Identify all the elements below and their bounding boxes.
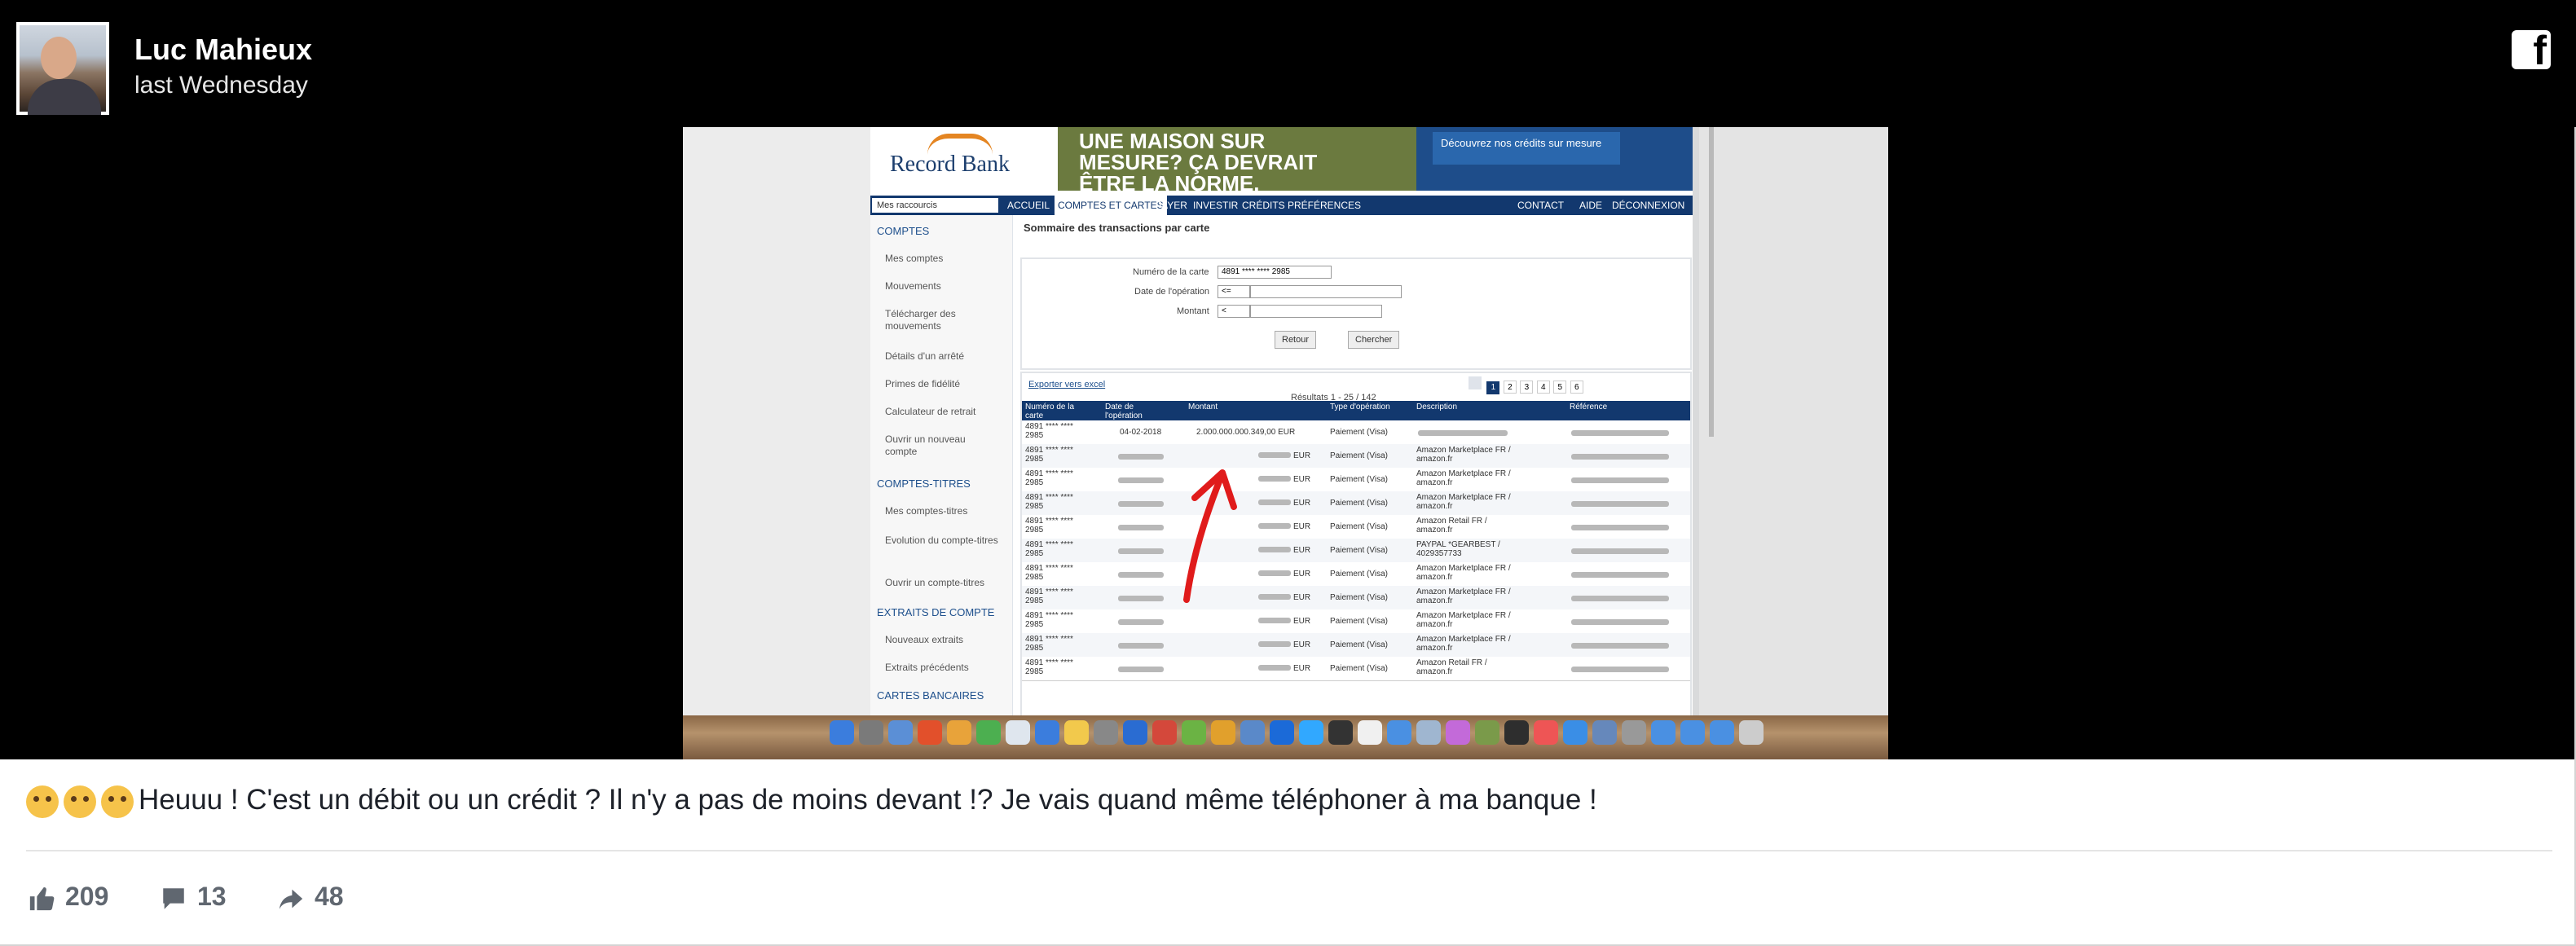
dock-app-icon (1739, 720, 1764, 745)
dock-app-icon (888, 720, 913, 745)
dock-app-icon (1710, 720, 1734, 745)
dock-app-icon (1328, 720, 1353, 745)
dock-app-icon (976, 720, 1001, 745)
comment-button[interactable]: 13 (160, 880, 227, 913)
dock-app-icon (1680, 720, 1705, 745)
post-time[interactable]: last Wednesday (134, 72, 308, 99)
dock-app-icon (1035, 720, 1059, 745)
dock-app-icon (918, 720, 942, 745)
flushed-face-icon (101, 785, 134, 818)
dock-app-icon (859, 720, 883, 745)
post-header: Luc Mahieux last Wednesday f (0, 0, 2576, 127)
dock-app-icon (1299, 720, 1323, 745)
dock-app-icon (1622, 720, 1646, 745)
scrollbar (1709, 127, 1714, 437)
dock-app-icon (1475, 720, 1499, 745)
share-button[interactable]: 48 (277, 880, 344, 913)
bank-screenshot: Record Bank UNE MAISON SUR MESURE? ÇA DE… (683, 127, 1888, 759)
share-icon (279, 889, 303, 909)
dock-app-icon (1534, 720, 1558, 745)
share-count: 48 (315, 882, 344, 911)
comment-icon (163, 887, 184, 909)
dock-app-icon (1416, 720, 1441, 745)
dock-app-icon (1504, 720, 1529, 745)
message-text: Heuuu ! C'est un débit ou un crédit ? Il… (139, 784, 1597, 816)
comment-count: 13 (197, 882, 227, 911)
dock-app-icon (1064, 720, 1089, 745)
dock-app-icon (1387, 720, 1411, 745)
thinking-face-icon (26, 785, 59, 818)
post-media[interactable]: Record Bank UNE MAISON SUR MESURE? ÇA DE… (0, 127, 2576, 759)
facebook-icon[interactable]: f (2512, 30, 2551, 71)
thumbs-up-icon (29, 887, 55, 910)
dock-app-icon (830, 720, 854, 745)
screen-left-margin (683, 127, 872, 759)
post-card: Luc Mahieux last Wednesday f Record Bank… (0, 0, 2576, 946)
post-message: Heuuu ! C'est un débit ou un crédit ? Il… (26, 782, 1597, 818)
dock-app-icon (1123, 720, 1147, 745)
dock-app-icon (1240, 720, 1265, 745)
dock-app-icon (1182, 720, 1206, 745)
dock-app-icon (1563, 720, 1587, 745)
dock-app-icon (1152, 720, 1177, 745)
mac-dock (683, 715, 1888, 759)
dock-app-icon (1446, 720, 1470, 745)
red-arrow-annotation (1183, 469, 1237, 603)
like-button[interactable]: 209 (28, 880, 108, 913)
divider (26, 850, 2552, 851)
dock-app-icon (1006, 720, 1030, 745)
dock-app-icon (1094, 720, 1118, 745)
dock-app-icon (1211, 720, 1235, 745)
dock-app-icon (1270, 720, 1294, 745)
dock-app-icon (1651, 720, 1676, 745)
dock-app-icon (1358, 720, 1382, 745)
dock-app-icon (1592, 720, 1617, 745)
screen-right-margin (1699, 127, 1888, 759)
author-name[interactable]: Luc Mahieux (134, 33, 312, 67)
avatar[interactable] (16, 22, 109, 115)
worried-face-icon (64, 785, 96, 818)
dock-app-icon (947, 720, 971, 745)
bank-page: Record Bank UNE MAISON SUR MESURE? ÇA DE… (870, 127, 1693, 719)
like-count: 209 (65, 882, 109, 911)
